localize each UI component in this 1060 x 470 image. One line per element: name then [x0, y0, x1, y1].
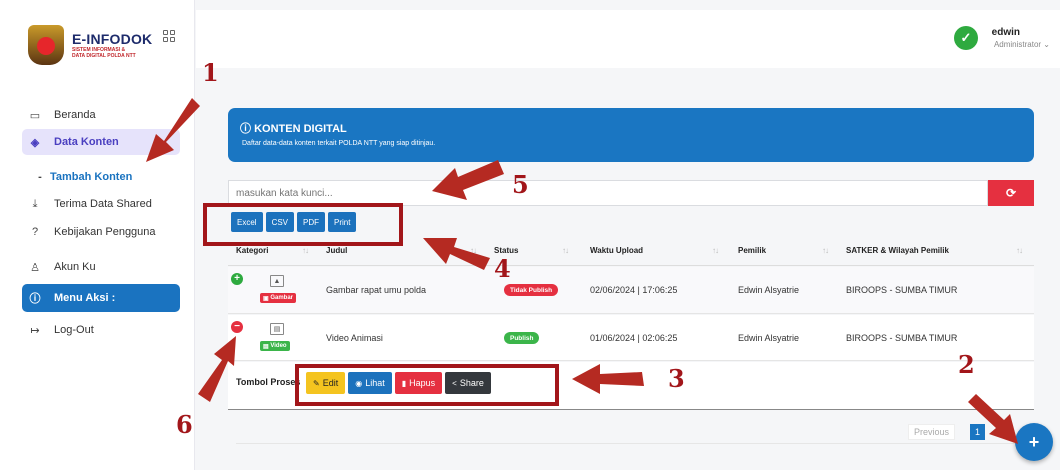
- annotation-number-6: 6: [176, 410, 193, 439]
- annotation-number-5: 5: [512, 170, 529, 199]
- annotation-arrow-1: [146, 98, 200, 162]
- annotation-number-4: 4: [494, 254, 511, 283]
- annotation-arrow-5: [432, 160, 504, 200]
- annotation-number-3: 3: [668, 364, 685, 393]
- annotation-number-2: 2: [958, 350, 975, 379]
- annotation-arrow-4: [423, 238, 490, 270]
- annotation-number-1: 1: [202, 58, 219, 87]
- annotation-arrows: [146, 98, 1018, 444]
- annotation-arrow-3: [572, 364, 644, 394]
- annotation-arrow-6: [198, 336, 236, 402]
- annotation-arrow-2: [968, 394, 1018, 444]
